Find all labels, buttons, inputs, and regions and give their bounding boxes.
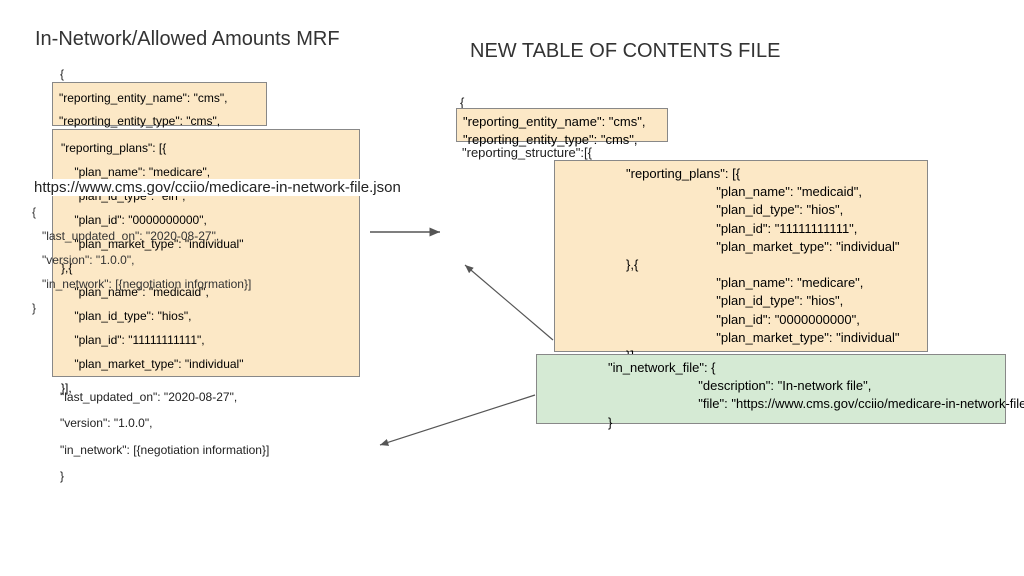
left-entity-box: "reporting_entity_name": "cms", "reporti… bbox=[52, 82, 267, 126]
arrow-up-left bbox=[465, 265, 553, 340]
left-entity-text: "reporting_entity_name": "cms", "reporti… bbox=[59, 87, 260, 133]
left-overlay-body: { "last_updated_on": "2020-08-27", "vers… bbox=[32, 200, 251, 320]
left-tail-text: "last_updated_on": "2020-08-27", "versio… bbox=[60, 384, 269, 490]
left-open-brace: { bbox=[60, 67, 64, 81]
left-tail-lines: "last_updated_on": "2020-08-27", "versio… bbox=[60, 384, 269, 490]
right-structure-open: "reporting_structure":[{ bbox=[462, 145, 592, 160]
right-title: NEW TABLE OF CONTENTS FILE bbox=[470, 40, 780, 63]
arrow-down-left bbox=[380, 395, 535, 445]
right-entity-box: "reporting_entity_name": "cms", "reporti… bbox=[456, 108, 668, 142]
left-title: In-Network/Allowed Amounts MRF bbox=[35, 28, 340, 51]
left-overlay-url: https://www.cms.gov/cciio/medicare-in-ne… bbox=[32, 179, 403, 196]
right-file-text: "in_network_file": { "description": "In-… bbox=[543, 359, 999, 432]
right-plans-box: "reporting_plans": [{ "plan_name": "medi… bbox=[554, 160, 928, 352]
right-entity-text: "reporting_entity_name": "cms", "reporti… bbox=[463, 113, 661, 149]
right-file-box: "in_network_file": { "description": "In-… bbox=[536, 354, 1006, 424]
left-overlay-body-lines: { "last_updated_on": "2020-08-27", "vers… bbox=[32, 200, 251, 320]
right-plans-text: "reporting_plans": [{ "plan_name": "medi… bbox=[561, 165, 921, 365]
